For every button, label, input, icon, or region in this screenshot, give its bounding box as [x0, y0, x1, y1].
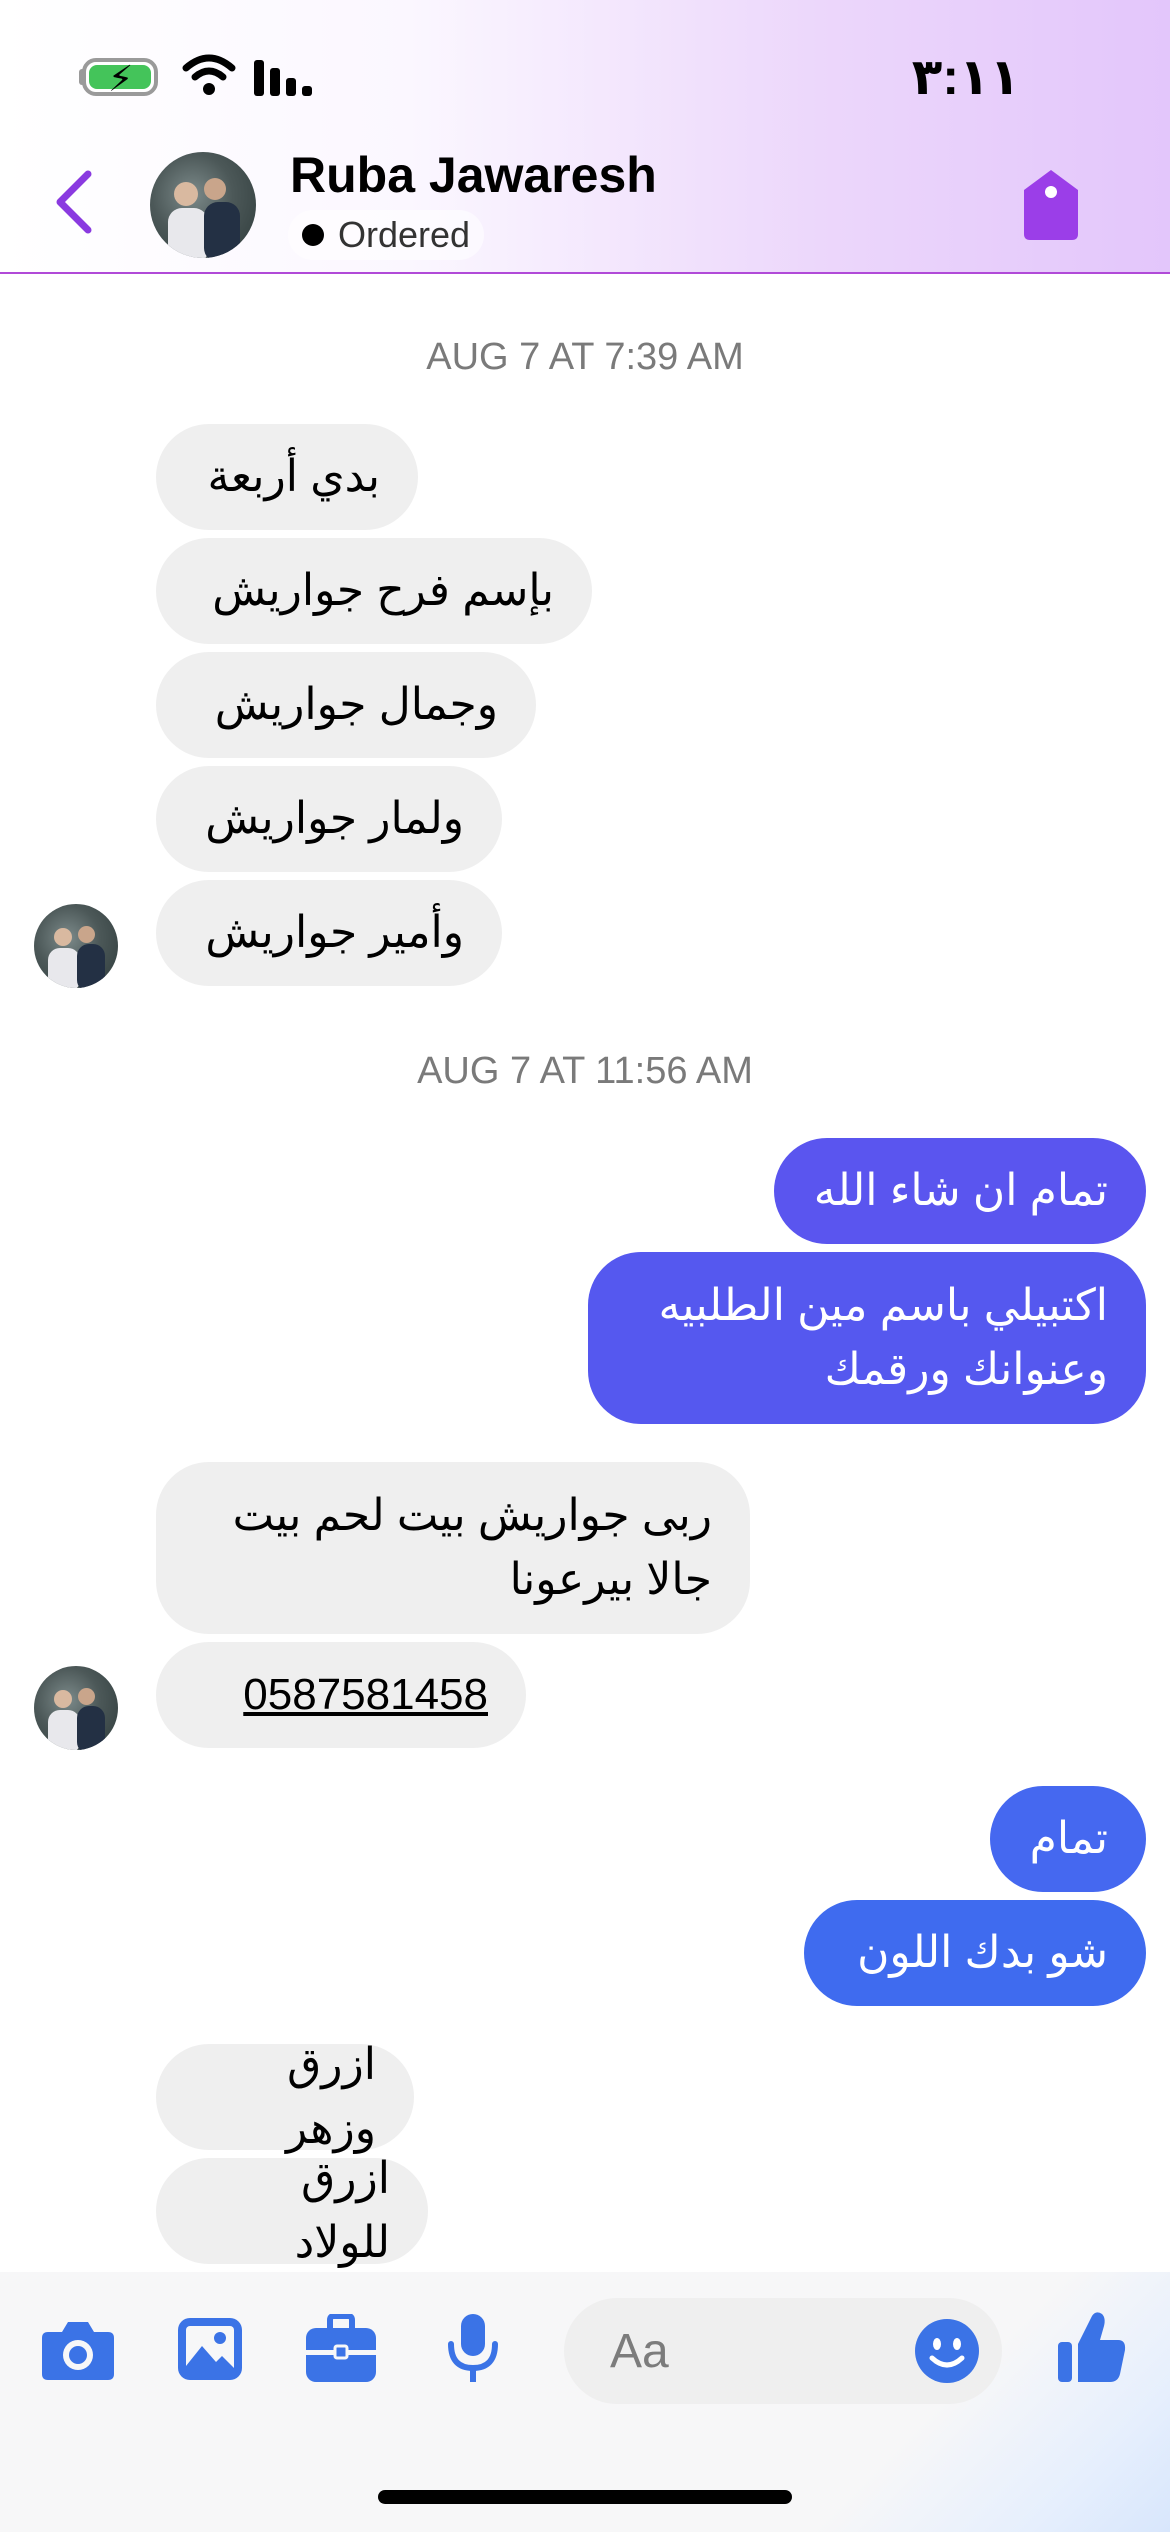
message-line: ربى جواريش بيت لحم بيت: [232, 1491, 712, 1540]
contact-avatar[interactable]: [150, 152, 256, 258]
message-in[interactable]: ولمار جواريش: [156, 766, 502, 872]
message-in[interactable]: ربى جواريش بيت لحم بيت جالا بيرعونا: [156, 1462, 750, 1634]
status-dot: [302, 224, 324, 246]
signal-icon: [254, 60, 312, 96]
like-icon[interactable]: [1056, 2310, 1128, 2384]
microphone-icon[interactable]: [446, 2312, 500, 2386]
message-line: جالا بيرعونا: [509, 1555, 712, 1604]
message-in[interactable]: بدي أربعة: [156, 424, 418, 530]
message-line: اكتبيلي باسم مين الطلبيه: [658, 1281, 1109, 1330]
battery-cap: [79, 69, 85, 85]
message-in[interactable]: بإسم فرح جواريش: [156, 538, 592, 644]
briefcase-icon[interactable]: [304, 2314, 378, 2384]
back-icon[interactable]: [52, 168, 96, 236]
camera-icon[interactable]: [40, 2318, 116, 2382]
message-out[interactable]: تمام ان شاء الله: [774, 1138, 1146, 1244]
timestamp: AUG 7 AT 7:39 AM: [426, 336, 744, 378]
message-input-placeholder: Aa: [610, 2325, 669, 2378]
message-in[interactable]: وجمال جواريش: [156, 652, 536, 758]
message-in[interactable]: وأمير جواريش: [156, 880, 502, 986]
message-in[interactable]: ازرق وزهر: [156, 2040, 414, 2153]
phone-link[interactable]: 0587581458: [243, 1663, 488, 1727]
avatar[interactable]: [34, 1666, 118, 1750]
status-label: Ordered: [338, 214, 471, 255]
message-in[interactable]: 0587581458: [156, 1642, 526, 1748]
battery-icon: ⚡: [82, 58, 158, 99]
avatar[interactable]: [34, 904, 118, 988]
message-out[interactable]: تمام: [990, 1786, 1146, 1892]
message-out[interactable]: اكتبيلي باسم مين الطلبيه وعنوانك ورقمك: [588, 1252, 1146, 1424]
wifi-icon: [182, 54, 236, 95]
status-badge[interactable]: Ordered: [288, 210, 485, 260]
message-line: وعنوانك ورقمك: [824, 1345, 1108, 1394]
status-time: ٣:١١: [911, 49, 1020, 105]
home-indicator[interactable]: [378, 2490, 792, 2504]
tag-icon[interactable]: [1020, 168, 1082, 242]
timestamp: AUG 7 AT 11:56 AM: [417, 1050, 753, 1092]
message-in[interactable]: ازرق للولاد: [156, 2154, 428, 2267]
contact-name[interactable]: Ruba Jawaresh: [290, 146, 657, 204]
message-out[interactable]: شو بدك اللون: [804, 1900, 1146, 2006]
emoji-icon[interactable]: [914, 2318, 980, 2384]
image-icon[interactable]: [176, 2316, 244, 2382]
